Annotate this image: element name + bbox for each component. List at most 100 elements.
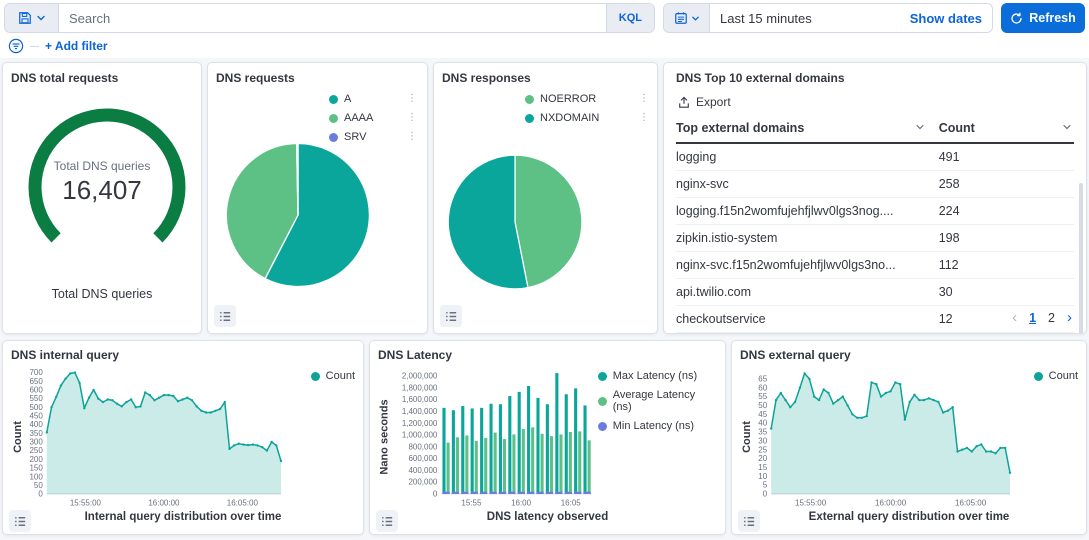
- avg-latency-bar: [569, 432, 572, 494]
- export-icon: [678, 96, 690, 109]
- legend-item-SRV[interactable]: SRV ⋮: [329, 131, 417, 143]
- table-row[interactable]: logging.f15n2womfujehfjlwv0lgs3nog....22…: [676, 198, 1074, 225]
- save-icon: [18, 11, 32, 25]
- date-quick-select-button[interactable]: [664, 4, 710, 32]
- avg-latency-bar: [550, 436, 553, 494]
- responses-pie-chart[interactable]: [444, 151, 586, 293]
- table-cell: 224: [939, 198, 1074, 225]
- max-latency-bar: [508, 396, 511, 494]
- max-latency-bar: [518, 392, 521, 494]
- legend-menu-icon[interactable]: ⋮: [625, 113, 649, 123]
- svg-text:400: 400: [29, 420, 43, 429]
- min-latency-bar: [499, 492, 506, 494]
- max-latency-bar: [583, 405, 586, 493]
- table-row[interactable]: api.twilio.com30: [676, 279, 1074, 306]
- legend-menu-icon[interactable]: ⋮: [393, 94, 417, 104]
- gauge-center: Total DNS queries 16,407: [3, 159, 201, 206]
- legend-dot: [525, 95, 534, 104]
- table-row[interactable]: nginx-svc258: [676, 171, 1074, 198]
- legend-menu-icon[interactable]: ⋮: [625, 94, 649, 104]
- panel-title: DNS Top 10 external domains: [676, 71, 1074, 85]
- svg-text:400,000: 400,000: [408, 466, 437, 475]
- legend-item-Min Latency (ns)[interactable]: Min Latency (ns): [598, 420, 717, 432]
- table-cell: 198: [939, 225, 1074, 252]
- internal-query-chart[interactable]: 0501001502002503003504004505005506006507…: [25, 364, 287, 510]
- legend-toggle-button[interactable]: [9, 510, 31, 532]
- table-cell: logging.f15n2womfujehfjlwv0lgs3nog....: [676, 198, 939, 225]
- export-button[interactable]: Export: [678, 95, 1074, 109]
- table-row[interactable]: logging491: [676, 143, 1074, 171]
- requests-pie-legend: A⋮ AAAA ⋮ SRV ⋮: [329, 93, 417, 143]
- svg-text:16:05:00: 16:05:00: [955, 499, 987, 508]
- legend-item-A[interactable]: A⋮: [329, 93, 417, 105]
- x-axis-title: External query distribution over time: [740, 510, 1078, 525]
- svg-text:2,000,000: 2,000,000: [402, 372, 438, 381]
- panel-title: DNS responses: [442, 71, 649, 85]
- page-next-button[interactable]: ›: [1067, 309, 1072, 326]
- legend-toggle-button[interactable]: [214, 305, 236, 327]
- legend-item-NXDOMAIN[interactable]: NXDOMAIN⋮: [525, 112, 649, 124]
- legend-item-Max Latency (ns)[interactable]: Max Latency (ns): [598, 370, 717, 382]
- legend-label: NOERROR: [540, 93, 596, 105]
- time-range-value[interactable]: Last 15 minutes: [710, 4, 900, 32]
- x-axis-title: Internal query distribution over time: [11, 510, 355, 525]
- page-number-2[interactable]: 2: [1048, 311, 1055, 325]
- list-icon: [14, 515, 27, 528]
- avg-latency-bar: [531, 427, 534, 494]
- add-filter-button[interactable]: + Add filter: [45, 39, 108, 53]
- table-row[interactable]: zipkin.istio-system198: [676, 225, 1074, 252]
- legend-label: AAAA: [344, 112, 373, 124]
- pie-slice-NOERROR[interactable]: [515, 155, 582, 287]
- legend-item-Count[interactable]: Count: [1034, 370, 1078, 382]
- legend-dot: [525, 114, 534, 123]
- panel-dns-external-query: DNS external query Count 051015202530354…: [731, 340, 1087, 535]
- panel-dns-internal-query: DNS internal query Count 050100150200250…: [2, 340, 364, 535]
- saved-query-menu-button[interactable]: [5, 4, 59, 32]
- legend-menu-icon[interactable]: ⋮: [393, 113, 417, 123]
- svg-text:700: 700: [29, 368, 43, 377]
- svg-text:250: 250: [29, 446, 43, 455]
- page-number-1[interactable]: 1: [1029, 311, 1036, 325]
- search-input[interactable]: [59, 4, 606, 32]
- legend-menu-icon[interactable]: ⋮: [393, 132, 417, 142]
- legend-toggle-button[interactable]: [376, 510, 398, 532]
- latency-chart[interactable]: 0200,000400,000600,000800,0001,000,0001,…: [392, 364, 598, 510]
- max-latency-bar: [574, 388, 577, 494]
- avg-latency-bar: [475, 441, 478, 494]
- date-picker: Last 15 minutes Show dates: [663, 3, 993, 33]
- table-cell: 258: [939, 171, 1074, 198]
- refresh-button[interactable]: Refresh: [1001, 3, 1085, 33]
- legend-item-NOERROR[interactable]: NOERROR ⋮: [525, 93, 649, 105]
- y-axis-title: Count: [740, 364, 754, 510]
- table-row[interactable]: nginx-svc.f15n2womfujehfjlwv0lgs3no...11…: [676, 252, 1074, 279]
- page-numbers: 12: [1029, 311, 1055, 325]
- min-latency-bar: [461, 492, 468, 494]
- min-latency-bar: [583, 492, 590, 494]
- sort-chevron-icon: [1062, 121, 1072, 135]
- show-dates-button[interactable]: Show dates: [900, 4, 992, 32]
- table-cell: logging: [676, 143, 939, 171]
- legend-toggle-button[interactable]: [738, 510, 760, 532]
- column-header-domains[interactable]: Top external domains: [676, 115, 939, 143]
- avg-latency-bar: [578, 431, 581, 494]
- legend-label: Min Latency (ns): [613, 420, 694, 432]
- avg-latency-bar: [512, 434, 515, 494]
- kql-language-button[interactable]: KQL: [606, 4, 654, 32]
- legend-toggle-button[interactable]: [440, 305, 462, 327]
- external-query-chart[interactable]: 0510152025303540455055606515:55:0016:00:…: [754, 364, 1016, 510]
- table-scrollbar[interactable]: [1079, 183, 1083, 334]
- min-latency-bar: [471, 492, 478, 494]
- filter-icon[interactable]: [8, 38, 24, 54]
- requests-pie-chart[interactable]: [222, 139, 374, 291]
- legend-dot: [329, 95, 338, 104]
- list-icon: [381, 515, 394, 528]
- page-prev-button[interactable]: ‹: [1012, 309, 1017, 326]
- column-header-count[interactable]: Count: [939, 115, 1074, 143]
- legend-label: SRV: [344, 131, 366, 143]
- legend-item-AAAA[interactable]: AAAA ⋮: [329, 112, 417, 124]
- legend-item-Count[interactable]: Count: [311, 370, 355, 382]
- svg-text:800,000: 800,000: [408, 442, 437, 451]
- legend-item-Average Latency (ns)[interactable]: Average Latency (ns): [598, 389, 717, 413]
- panel-dns-requests: DNS requests A⋮AAAA⋮SRV⋮: [207, 62, 428, 334]
- internal-chart-legend: Count: [311, 364, 355, 510]
